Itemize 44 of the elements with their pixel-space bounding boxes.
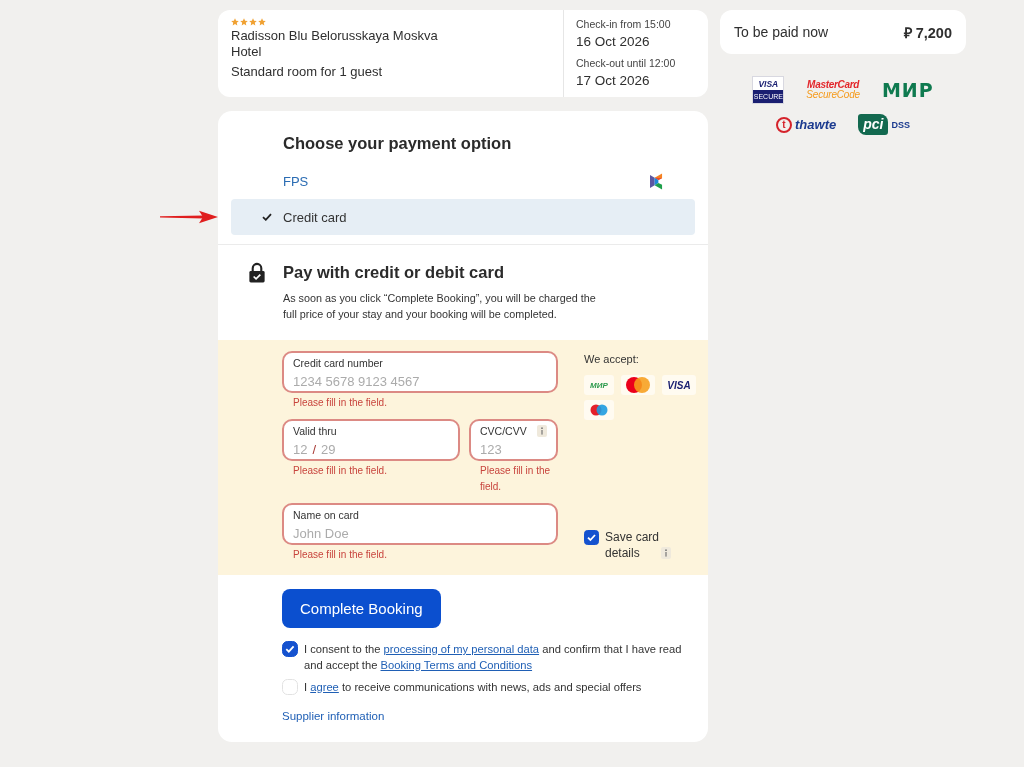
date-value: 17 Oct 2026 (576, 73, 651, 89)
error-message: Please fill in the field. (479, 464, 552, 494)
payment-logo: pci DSS (858, 114, 910, 135)
checkbox[interactable] (584, 530, 599, 545)
arrow-icon (160, 210, 218, 224)
hotel-name: Radisson Blu Belorusskaya Moskva Hotel (231, 28, 439, 60)
room-type: Standard room for 1 guest (231, 64, 384, 80)
payment-option[interactable]: FPS (231, 163, 695, 199)
lock-icon (248, 261, 266, 283)
accepted-cards-label: We accept: (584, 352, 640, 367)
error-message: Please fill in the field. (292, 548, 388, 562)
error-message: Please fill in the field. (292, 396, 388, 410)
date-label: Check-out until 12:00 (576, 56, 677, 70)
complete-booking-button[interactable]: Complete Booking (282, 589, 441, 628)
summary-label: To be paid now (734, 24, 829, 40)
consent-text: I consent to the processing of my personal data and confirm that I have read and accept the Booking Terms and Conditions (304, 642, 683, 673)
check-icon (262, 213, 272, 221)
date-value: 16 Oct 2026 (576, 34, 651, 50)
date-label: Check-in from 15:00 (576, 17, 672, 31)
consent-text: I agree to receive communications with news, ads and special offers (304, 680, 642, 695)
supplier-information-link[interactable]: Supplier information (282, 708, 385, 724)
text-link[interactable]: Booking Terms and Conditions (380, 659, 533, 671)
payment-option[interactable]: Credit card (231, 199, 695, 235)
section-title: Pay with credit or debit card (283, 262, 504, 283)
text-link[interactable]: agree (310, 681, 339, 693)
payment-logo: МИР (881, 80, 934, 100)
error-message: Please fill in the field. (292, 464, 388, 478)
checkbox-label: Save card details (605, 529, 661, 561)
card-logo: VISA (662, 375, 696, 395)
card-number-field[interactable]: Credit card number 1234 5678 9123 4567 (282, 351, 558, 393)
colored-triangles-icon (650, 172, 663, 190)
checkbox[interactable] (282, 641, 298, 657)
expiry-date-field[interactable]: Valid thru 12 / 29 (282, 419, 460, 461)
summary-amount: ₽ 7,200 (903, 24, 952, 42)
payment-logo: t thawte (776, 116, 837, 133)
payment-logo: MasterCard SecureCode (806, 80, 860, 100)
card-logo: МИР (584, 375, 614, 395)
description-text: As soon as you click “Complete Booking”, you will be charged the full price of your stay and your booking will be completed. (283, 291, 597, 322)
cardholder-name-field[interactable]: Name on card John Doe (282, 503, 558, 545)
overlapping-circles-icon (584, 400, 614, 420)
cvc-field[interactable]: CVC/CVV 123 (469, 419, 558, 461)
section-title: Choose your payment option (283, 133, 513, 154)
text-link[interactable]: processing of my personal data (383, 643, 540, 655)
overlapping-circles-icon (621, 375, 655, 395)
